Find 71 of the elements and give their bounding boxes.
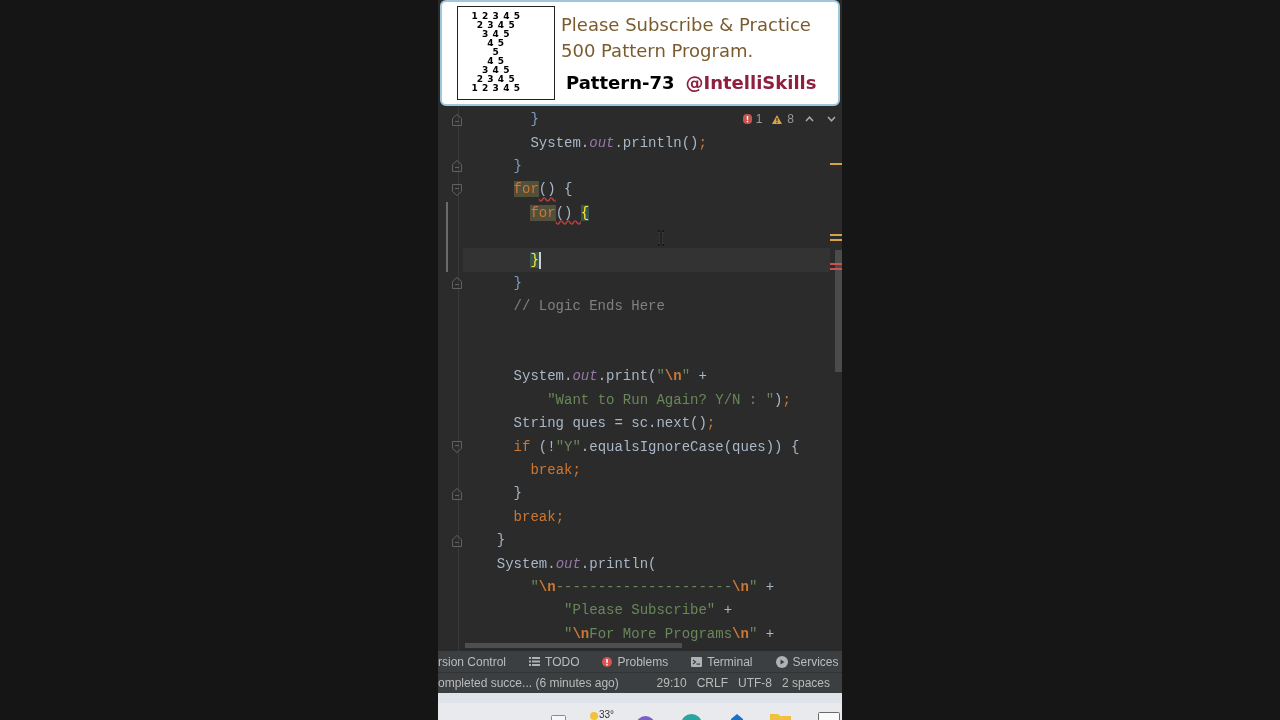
code-line: }	[530, 111, 539, 129]
terminal-icon	[691, 656, 703, 667]
status-bar-item[interactable]: 2 spaces	[781, 675, 830, 691]
tool-window-tab[interactable]: Problems	[602, 653, 669, 670]
app-icon[interactable]	[818, 712, 841, 720]
text-cursor-icon	[657, 230, 665, 246]
code-line: System.out.println();	[530, 134, 707, 152]
chevron-down-icon[interactable]	[827, 116, 836, 122]
status-bar-item[interactable]: 29:10	[656, 675, 687, 691]
fold-icon[interactable]	[452, 441, 462, 454]
status-bar-item[interactable]: CRLF	[696, 675, 728, 691]
fold-icon[interactable]	[452, 183, 462, 196]
sun-icon	[590, 712, 598, 720]
number-pattern-line: 1 2 3 4 5	[471, 12, 521, 21]
number-pattern-line: 3 4 5	[481, 66, 511, 75]
number-pattern-line: 2 3 4 5	[476, 75, 516, 84]
status-bar-item[interactable]: UTF-8	[737, 675, 772, 691]
text-caret	[538, 251, 541, 269]
number-pattern-line: 1 2 3 4 5	[471, 84, 521, 93]
app-icon[interactable]	[731, 714, 744, 720]
code-line: System.out.println(	[496, 555, 657, 573]
code-line: break;	[513, 508, 565, 526]
code-line: String ques = sc.next();	[513, 415, 716, 433]
alert-icon	[602, 656, 613, 667]
list-icon	[529, 657, 541, 666]
number-pattern-line: 4 5	[487, 57, 505, 66]
tool-window-tab[interactable]: TODO	[529, 653, 580, 670]
tool-window-tab[interactable]: Terminal	[691, 653, 753, 670]
fold-icon[interactable]	[452, 160, 462, 173]
error-icon	[742, 114, 752, 124]
play-icon	[775, 655, 788, 668]
code-line: }	[513, 485, 522, 503]
code-line: break;	[530, 462, 581, 480]
horizontal-scrollbar-thumb[interactable]	[465, 643, 682, 648]
fold-icon[interactable]	[452, 113, 462, 126]
fold-icon[interactable]	[452, 534, 462, 547]
fold-icon[interactable]	[452, 487, 462, 500]
app-icon[interactable]	[636, 716, 656, 720]
banner-headline: Please Subscribe & Practice	[561, 13, 811, 37]
warning-icon	[772, 114, 783, 124]
code-line: "Please Subscribe" +	[564, 602, 733, 620]
error-count: 1	[755, 112, 763, 126]
warning-count: 8	[787, 112, 794, 126]
status-message: ompleted succe... (6 minutes ago)	[438, 675, 619, 691]
code-line: "Want to Run Again? Y/N : ");	[547, 391, 791, 409]
channel-handle: @IntelliSkills	[685, 71, 817, 95]
code-line: }	[496, 532, 506, 550]
code-line: "\n---------------------\n" +	[530, 579, 775, 596]
weather-temperature[interactable]: 33°	[599, 710, 615, 720]
banner-headline: 500 Pattern Program.	[561, 39, 754, 63]
number-pattern-line: 4 5	[487, 39, 505, 48]
window-icon[interactable]	[551, 715, 566, 720]
vertical-scrollbar-thumb[interactable]	[835, 250, 842, 372]
code-line: "\nFor More Programs\n" +	[564, 625, 775, 643]
tool-window-tab[interactable]: rsion Control	[438, 653, 507, 670]
code-line: for() {	[513, 181, 573, 199]
code-line: System.out.print("\n" +	[513, 368, 707, 386]
code-line: // Logic Ends Here	[513, 298, 665, 316]
code-line: if (!"Y".equalsIgnoreCase(ques)) {	[513, 438, 800, 456]
number-pattern-line: 5	[492, 48, 500, 57]
code-line: for() {	[530, 204, 590, 222]
chevron-up-icon[interactable]	[805, 116, 814, 122]
app-icon[interactable]	[681, 714, 703, 720]
folder-icon[interactable]	[770, 714, 792, 720]
code-line: }	[513, 157, 522, 175]
number-pattern-line: 3 4 5	[481, 30, 511, 39]
code-line: }	[513, 274, 522, 292]
tool-window-tab[interactable]: Services	[775, 653, 839, 670]
episode-title: Pattern-73	[566, 71, 675, 95]
number-pattern-line: 2 3 4 5	[476, 21, 516, 30]
fold-icon[interactable]	[452, 277, 462, 290]
